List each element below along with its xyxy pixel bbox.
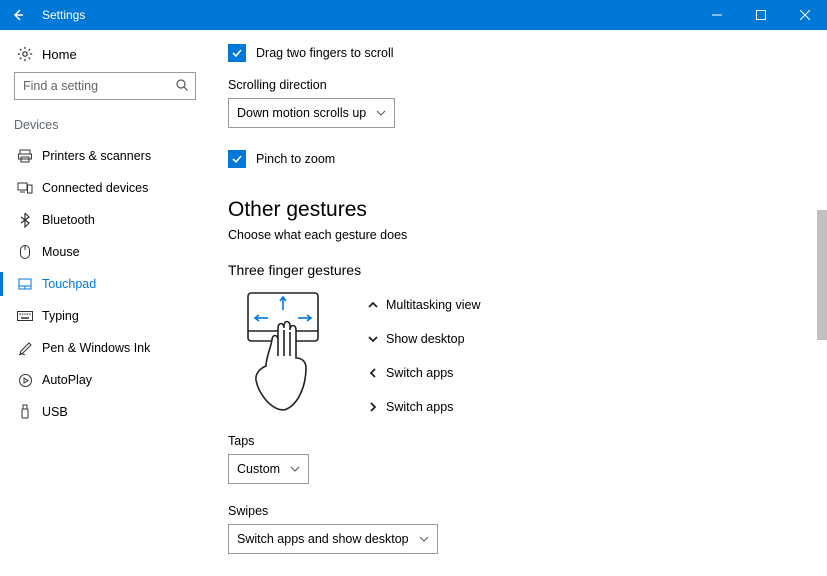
usb-icon	[14, 404, 36, 420]
taps-select[interactable]: Custom	[228, 454, 309, 484]
window-title: Settings	[42, 8, 85, 22]
gesture-up-row: Multitasking view	[360, 288, 480, 322]
home-label: Home	[42, 47, 77, 62]
minimize-button[interactable]	[695, 0, 739, 30]
mouse-icon	[14, 244, 36, 260]
home-button[interactable]: Home	[0, 40, 210, 72]
sidebar-item-mouse[interactable]: Mouse	[0, 236, 210, 268]
sidebar-item-label: Pen & Windows Ink	[42, 341, 150, 355]
gear-icon	[14, 46, 36, 62]
sidebar-item-label: Typing	[42, 309, 79, 323]
checkbox-drag-scroll[interactable]	[228, 44, 246, 62]
swipes-label: Swipes	[228, 504, 797, 518]
sidebar: Home Find a setting Devices Printers & s…	[0, 30, 210, 576]
sidebar-item-bluetooth[interactable]: Bluetooth	[0, 204, 210, 236]
chevron-down-icon	[419, 536, 429, 542]
select-value: Custom	[237, 462, 280, 476]
chevron-right-icon	[360, 401, 386, 413]
checkbox-label: Drag two fingers to scroll	[256, 46, 394, 60]
sidebar-item-label: USB	[42, 405, 68, 419]
gesture-left-row: Switch apps	[360, 356, 480, 390]
other-gestures-heading: Other gestures	[228, 198, 797, 222]
scroll-direction-label: Scrolling direction	[228, 78, 797, 92]
close-button[interactable]	[783, 0, 827, 30]
sidebar-item-label: Connected devices	[42, 181, 148, 195]
keyboard-icon	[14, 311, 36, 321]
sidebar-item-pen[interactable]: Pen & Windows Ink	[0, 332, 210, 364]
arrow-left-icon	[11, 8, 25, 22]
swipes-select[interactable]: Switch apps and show desktop	[228, 524, 438, 554]
scrollbar[interactable]	[815, 30, 827, 576]
sidebar-item-label: Printers & scanners	[42, 149, 151, 163]
content-area: Drag two fingers to scroll Scrolling dir…	[210, 30, 827, 576]
three-finger-heading: Three finger gestures	[228, 262, 797, 278]
three-finger-illustration	[228, 288, 348, 424]
sidebar-item-autoplay[interactable]: AutoPlay	[0, 364, 210, 396]
sidebar-section-header: Devices	[0, 118, 210, 140]
gesture-down-row: Show desktop	[360, 322, 480, 356]
scroll-direction-select[interactable]: Down motion scrolls up	[228, 98, 395, 128]
bluetooth-icon	[14, 212, 36, 228]
search-placeholder: Find a setting	[23, 79, 98, 93]
gesture-right-row: Switch apps	[360, 390, 480, 424]
sidebar-item-label: AutoPlay	[42, 373, 92, 387]
gesture-left-label: Switch apps	[386, 366, 453, 380]
checkbox-label: Pinch to zoom	[256, 152, 335, 166]
gesture-down-label: Show desktop	[386, 332, 465, 346]
select-value: Switch apps and show desktop	[237, 532, 409, 546]
taps-label: Taps	[228, 434, 797, 448]
scrollbar-thumb[interactable]	[817, 210, 827, 340]
minimize-icon	[712, 10, 722, 20]
check-icon	[231, 47, 243, 59]
chevron-down-icon	[360, 335, 386, 343]
other-gestures-desc: Choose what each gesture does	[228, 228, 797, 242]
gesture-up-label: Multitasking view	[386, 298, 480, 312]
close-icon	[800, 10, 810, 20]
window-controls	[695, 0, 827, 30]
sidebar-item-label: Bluetooth	[42, 213, 95, 227]
sidebar-item-label: Mouse	[42, 245, 80, 259]
maximize-icon	[756, 10, 766, 20]
chevron-down-icon	[376, 110, 386, 116]
check-icon	[231, 153, 243, 165]
gesture-right-label: Switch apps	[386, 400, 453, 414]
search-input[interactable]: Find a setting	[14, 72, 196, 100]
sidebar-item-connected-devices[interactable]: Connected devices	[0, 172, 210, 204]
search-icon	[175, 78, 189, 92]
printer-icon	[14, 148, 36, 164]
sidebar-item-touchpad[interactable]: Touchpad	[0, 268, 210, 300]
maximize-button[interactable]	[739, 0, 783, 30]
checkbox-pinch-zoom[interactable]	[228, 150, 246, 168]
autoplay-icon	[14, 373, 36, 388]
touchpad-icon	[14, 278, 36, 290]
chevron-up-icon	[360, 301, 386, 309]
devices-icon	[14, 181, 36, 195]
sidebar-item-printers[interactable]: Printers & scanners	[0, 140, 210, 172]
sidebar-item-label: Touchpad	[42, 277, 96, 291]
chevron-left-icon	[360, 367, 386, 379]
sidebar-item-usb[interactable]: USB	[0, 396, 210, 428]
select-value: Down motion scrolls up	[237, 106, 366, 120]
back-button[interactable]	[0, 0, 36, 30]
sidebar-item-typing[interactable]: Typing	[0, 300, 210, 332]
title-bar: Settings	[0, 0, 827, 30]
chevron-down-icon	[290, 466, 300, 472]
pen-icon	[14, 341, 36, 356]
